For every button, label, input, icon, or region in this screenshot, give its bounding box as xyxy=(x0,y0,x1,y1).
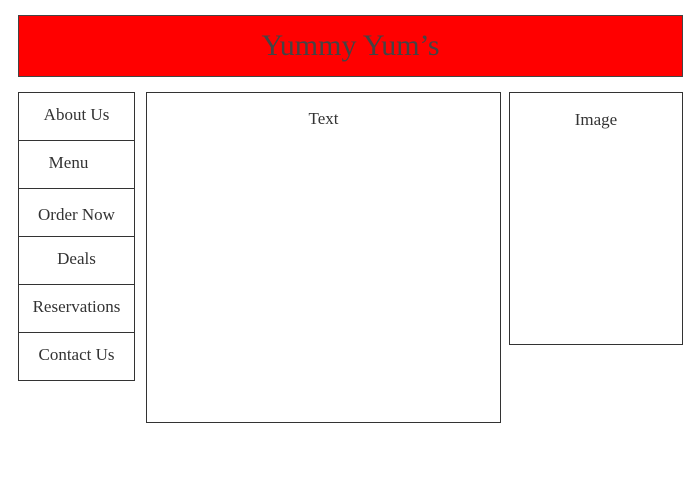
nav-item-label: Deals xyxy=(57,248,96,268)
nav-item-reservations[interactable]: Reservations xyxy=(18,284,135,333)
site-title: Yummy Yum’s xyxy=(261,29,440,62)
text-placeholder-label: Text xyxy=(308,109,339,128)
main-text-panel: Text xyxy=(146,92,501,423)
nav-item-deals[interactable]: Deals xyxy=(18,236,135,285)
nav-item-label: Order Now xyxy=(38,204,115,224)
nav-item-label: About Us xyxy=(43,104,110,124)
page: Yummy Yum’s About Us Menu Order Now Deal… xyxy=(0,0,700,500)
nav-item-menu[interactable]: Menu xyxy=(18,140,135,189)
nav-item-label: Contact Us xyxy=(38,344,115,364)
image-placeholder-label: Image xyxy=(574,110,618,129)
site-header: Yummy Yum’s xyxy=(18,15,683,77)
nav-item-label: Menu xyxy=(48,152,89,172)
nav-item-label: Reservations xyxy=(32,296,121,316)
sidebar-nav: About Us Menu Order Now Deals Reservatio… xyxy=(18,92,135,381)
nav-item-contact-us[interactable]: Contact Us xyxy=(18,332,135,381)
nav-item-about-us[interactable]: About Us xyxy=(18,92,135,141)
image-placeholder-panel: Image xyxy=(509,92,683,345)
nav-item-order-now[interactable]: Order Now xyxy=(18,188,135,237)
